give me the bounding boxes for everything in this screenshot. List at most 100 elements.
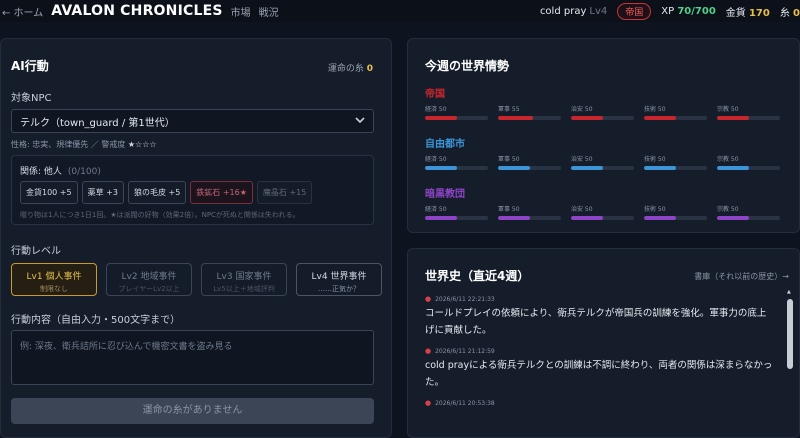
world-history-panel: 世界史（直近4週） 書庫（それ以前の歴史）→ ● 2026/6/11 22:21:… — [407, 248, 800, 438]
stat-label: 技術 50 — [644, 206, 666, 213]
entry-text: コールドプレイの依頼により、衛兵テルクが帝国兵の訓練を強化。軍事力の底上げに貢献… — [425, 308, 767, 336]
faction-stat: 軍事 50 — [498, 204, 561, 220]
level-4-option[interactable]: Lv4 世界事件 ……正気か？ — [296, 263, 382, 296]
history-scrollbar[interactable]: ▲ — [787, 289, 793, 433]
stat-bar-track — [717, 166, 780, 170]
nav-market[interactable]: 市場 — [231, 4, 251, 19]
fate-thread-counter: 運命の糸 0 — [328, 61, 373, 74]
gift-wolf-pelt-button[interactable]: 狼の毛皮 +5 — [127, 181, 187, 204]
faction-stat: 宗教 50 — [717, 104, 780, 120]
entry-time: 2026/6/11 22:21:33 — [435, 296, 495, 303]
stat-bar-fill — [498, 216, 530, 220]
gift-mana-crystal-button[interactable]: 魔晶石 +15 — [256, 181, 313, 204]
gift-gold-button[interactable]: 金貨100 +5 — [20, 181, 78, 204]
chevron-down-icon — [355, 115, 365, 128]
faction-stats: 経済 50 軍事 55 治安 50 技術 50 宗教 50 — [425, 104, 790, 120]
stat-label: 軍事 55 — [498, 106, 520, 113]
history-entry: ● 2026/6/11 20:53:38 — [425, 399, 773, 407]
history-entry: ● 2026/6/11 22:21:33 コールドプレイの依頼により、衛兵テルクが帝… — [425, 295, 773, 339]
entry-time: 2026/6/11 20:53:38 — [435, 400, 495, 407]
level-3-title: Lv3 国家事件 — [216, 272, 272, 282]
bullet-icon: ● — [425, 295, 432, 303]
stat-label: 宗教 50 — [717, 156, 739, 163]
stat-bar-track — [571, 116, 634, 120]
bullet-icon: ● — [425, 399, 432, 407]
stat-bar-fill — [498, 166, 530, 170]
faction-list: 帝国 経済 50 軍事 55 治安 50 技術 50 宗教 50 自由都市 経済 50 軍事 5… — [425, 85, 790, 235]
top-bar: ← ホーム AVALON CHRONICLES 市場 戦況 cold pray L… — [0, 0, 800, 22]
alert-stars: ★☆☆☆ — [127, 140, 157, 149]
faction-stat: 宗教 50 — [717, 204, 780, 220]
user-info: cold pray Lv4 — [540, 6, 607, 17]
level-2-sub: プレイヤーLv2以上 — [118, 285, 180, 293]
gift-herb-button[interactable]: 薬草 +3 — [81, 181, 124, 204]
relationship-box: 関係: 他人 (0/100) 金貨100 +5 薬草 +3 狼の毛皮 +5 鉄鉱石… — [11, 155, 374, 225]
faction-row: 自由都市 経済 50 軍事 50 治安 50 技術 50 宗教 50 — [425, 135, 790, 185]
stat-bar-track — [717, 116, 780, 120]
stat-bar-track — [425, 166, 488, 170]
gift-note: 贈り物は1人につき1日1回。★は派閥の好物（効果2倍）。NPCが死ぬと関係は失わ… — [20, 211, 300, 219]
brand-title[interactable]: AVALON CHRONICLES — [51, 3, 222, 19]
relationship-count: (0/100) — [67, 167, 101, 177]
stat-bar-fill — [644, 116, 676, 120]
action-level-options: Lv1 個人事件 制限なし Lv2 地域事件 プレイヤーLv2以上 Lv3 国家… — [11, 263, 382, 296]
faction-name: 暗黒教団 — [425, 189, 465, 200]
home-link[interactable]: ← ホーム — [2, 4, 43, 19]
entry-timestamp: ● 2026/6/11 20:53:38 — [425, 399, 773, 407]
npc-info: 性格: 忠実、規律優先 ／ 警戒度 ★☆☆☆ — [11, 139, 157, 150]
gift-iron-ore-button[interactable]: 鉄鉱石 +16★ — [190, 181, 253, 204]
faction-stat: 宗教 50 — [717, 154, 780, 170]
npc-select-value: テルク（town_guard / 第1世代） — [20, 117, 175, 129]
level-1-sub: 制限なし — [40, 285, 68, 293]
stat-bar-track — [425, 216, 488, 220]
faction-stat: 経済 50 — [425, 104, 488, 120]
stat-bar-fill — [644, 216, 676, 220]
level-1-option[interactable]: Lv1 個人事件 制限なし — [11, 263, 97, 296]
faction-row: 帝国 経済 50 軍事 55 治安 50 技術 50 宗教 50 — [425, 85, 790, 135]
nav-war-status[interactable]: 戦況 — [259, 4, 279, 19]
action-level-label: 行動レベル — [11, 246, 61, 257]
level-2-option[interactable]: Lv2 地域事件 プレイヤーLv2以上 — [106, 263, 192, 296]
faction-stat: 軍事 55 — [498, 104, 561, 120]
stat-bar-track — [717, 216, 780, 220]
stat-bar-track — [498, 216, 561, 220]
archive-link[interactable]: 書庫（それ以前の歴史）→ — [694, 271, 789, 282]
scroll-up-icon[interactable]: ▲ — [787, 289, 791, 295]
scrollbar-thumb[interactable] — [787, 299, 793, 369]
thread-label: 糸 — [779, 7, 790, 19]
faction-stat: 技術 50 — [644, 104, 707, 120]
level-3-sub: Lv5以上＋地域評判 — [213, 285, 275, 293]
action-content-input[interactable]: 例: 深夜、衛兵詰所に忍び込んで機密文書を盗み見る — [11, 330, 374, 385]
npc-select[interactable]: テルク（town_guard / 第1世代） — [11, 109, 374, 133]
xp-display: XP 70/700 — [661, 6, 716, 17]
faction-stat: 治安 50 — [571, 104, 634, 120]
faction-stat: 軍事 50 — [498, 154, 561, 170]
submit-button[interactable]: 運命の糸がありません — [11, 398, 374, 424]
stat-bar-fill — [571, 116, 603, 120]
target-npc-label: 対象NPC — [11, 93, 52, 104]
stat-label: 軍事 50 — [498, 156, 520, 163]
stat-bar-track — [425, 116, 488, 120]
user-status: cold pray Lv4 帝国 XP 70/700 金貨 170 糸 0 — [540, 0, 800, 22]
faction-stat: 経済 50 — [425, 204, 488, 220]
level-3-option[interactable]: Lv3 国家事件 Lv5以上＋地域評判 — [201, 263, 287, 296]
username: cold pray — [539, 5, 587, 17]
fate-value: 0 — [366, 64, 373, 74]
ai-action-panel: AI行動 運命の糸 0 対象NPC テルク（town_guard / 第1世代）… — [0, 38, 392, 438]
relationship-label: 関係: 他人 — [20, 167, 62, 177]
stat-label: 治安 50 — [571, 106, 593, 113]
gold-display: 金貨 170 — [726, 4, 770, 19]
stat-bar-track — [498, 116, 561, 120]
ai-action-title: AI行動 — [11, 59, 49, 73]
stat-bar-track — [644, 216, 707, 220]
stat-bar-fill — [571, 216, 603, 220]
stat-bar-fill — [717, 116, 749, 120]
xp-value: 70/700 — [677, 5, 716, 17]
faction-badge: 帝国 — [617, 2, 652, 20]
relationship-header: 関係: 他人 (0/100) — [20, 164, 101, 177]
bullet-icon: ● — [425, 347, 432, 355]
stat-label: 軍事 50 — [498, 206, 520, 213]
stat-bar-track — [644, 116, 707, 120]
faction-stat: 技術 50 — [644, 204, 707, 220]
stat-label: 宗教 50 — [717, 206, 739, 213]
